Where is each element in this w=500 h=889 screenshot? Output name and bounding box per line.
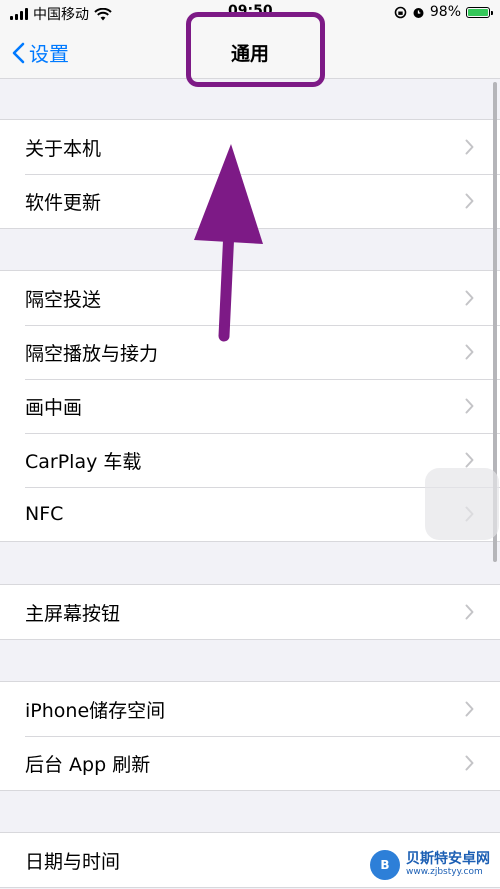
chevron-right-icon (465, 398, 474, 414)
carrier-label: 中国移动 (33, 7, 89, 23)
watermark-title: 贝斯特安卓网 (406, 851, 490, 868)
chevron-right-icon (465, 139, 474, 155)
settings-row-label: NFC (25, 503, 64, 525)
settings-row-label: CarPlay 车载 (25, 450, 142, 473)
chevron-right-icon (465, 193, 474, 209)
watermark-url: www.zjbstyy.com (406, 866, 483, 877)
chevron-right-icon (465, 290, 474, 306)
settings-row-label: 主屏幕按钮 (25, 602, 121, 625)
settings-row[interactable]: 软件更新 (0, 174, 500, 228)
annotation-highlight-box (186, 12, 325, 87)
settings-row[interactable]: 主屏幕按钮 (0, 585, 500, 639)
chevron-right-icon (465, 344, 474, 360)
chevron-right-icon (465, 755, 474, 771)
rotation-lock-icon (394, 6, 407, 18)
settings-row[interactable]: 画中画 (0, 379, 500, 433)
alarm-icon (413, 7, 424, 18)
settings-row[interactable]: 关于本机 (0, 120, 500, 174)
settings-row-label: 关于本机 (25, 137, 102, 160)
settings-row-label: 画中画 (25, 396, 83, 419)
chevron-right-icon (465, 701, 474, 717)
status-right: 98% (394, 4, 493, 20)
battery-icon (466, 6, 493, 18)
watermark: B 贝斯特安卓网 www.zjbstyy.com (370, 850, 490, 880)
status-left: 中国移动 (10, 4, 112, 24)
chevron-right-icon (465, 452, 474, 468)
settings-row[interactable]: 隔空播放与接力 (0, 325, 500, 379)
settings-row-label: 日期与时间 (25, 850, 121, 873)
settings-row[interactable]: 后台 App 刷新 (0, 736, 500, 790)
assistive-touch-button[interactable] (425, 468, 499, 540)
battery-percent: 98% (429, 4, 461, 20)
watermark-logo-icon: B (370, 850, 400, 880)
settings-row-label: 软件更新 (25, 191, 102, 214)
settings-group: 主屏幕按钮 (0, 584, 500, 640)
settings-row[interactable]: 隔空投送 (0, 271, 500, 325)
settings-row[interactable]: iPhone储存空间 (0, 682, 500, 736)
chevron-right-icon (465, 604, 474, 620)
settings-row-label: 隔空播放与接力 (25, 342, 159, 365)
settings-row-label: iPhone储存空间 (25, 699, 166, 722)
wifi-icon (94, 7, 112, 20)
settings-group: 关于本机 软件更新 (0, 119, 500, 229)
settings-row-label: 后台 App 刷新 (25, 753, 151, 776)
settings-group: iPhone储存空间 后台 App 刷新 (0, 681, 500, 791)
signal-icon (10, 8, 28, 20)
settings-row-label: 隔空投送 (25, 288, 102, 311)
